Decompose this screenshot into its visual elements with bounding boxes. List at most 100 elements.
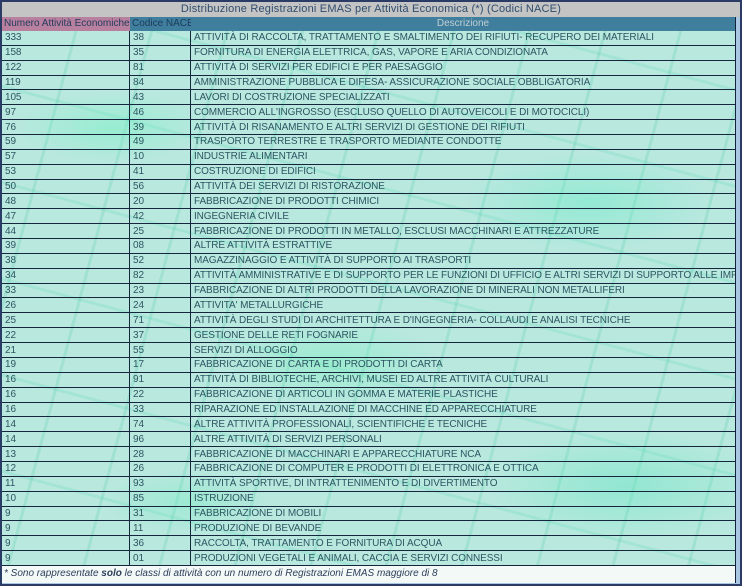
description-cell: ALTRE ATTIVITÀ PROFESSIONALI, SCIENTIFIC… [191,417,735,431]
row-count-cell: 10 [2,492,130,506]
nace-code-cell: 33 [130,403,191,417]
table-row: 7639ATTIVITÀ DI RISANAMENTO E ALTRI SERV… [2,120,735,135]
description-cell: MAGAZZINAGGIO E ATTIVITÀ DI SUPPORTO AI … [191,254,735,268]
row-count-cell: 48 [2,194,130,208]
table-row: 4425FABBRICAZIONE DI PRODOTTI IN METALLO… [2,224,735,239]
row-count-cell: 13 [2,447,130,461]
description-cell: SERVIZI DI ALLOGGIO [191,343,735,357]
table-row: 5710INDUSTRIE ALIMENTARI [2,150,735,165]
table-row: 5056ATTIVITÀ DEI SERVIZI DI RISTORAZIONE [2,180,735,195]
description-cell: FABBRICAZIONE DI CARTA E DI PRODOTTI DI … [191,358,735,372]
row-count-cell: 158 [2,46,130,60]
description-cell: ATTIVITÀ DEGLI STUDI DI ARCHITETTURA E D… [191,313,735,327]
table-row: 2155SERVIZI DI ALLOGGIO [2,343,735,358]
nace-code-cell: 25 [130,224,191,238]
description-cell: FABBRICAZIONE DI PRODOTTI IN METALLO, ES… [191,224,735,238]
table-row: 5341COSTRUZIONE DI EDIFICI [2,165,735,180]
nace-code-cell: 36 [130,536,191,550]
footnote-prefix: * Sono rappresentate [4,568,101,579]
nace-code-cell: 49 [130,135,191,149]
row-count-cell: 14 [2,432,130,446]
table-row: 3323FABBRICAZIONE DI ALTRI PRODOTTI DELL… [2,284,735,299]
description-cell: ATTIVITÀ DI RISANAMENTO E ALTRI SERVIZI … [191,120,735,134]
nace-code-cell: 41 [130,165,191,179]
nace-code-cell: 26 [130,462,191,476]
row-count-cell: 12 [2,462,130,476]
nace-code-cell: 96 [130,432,191,446]
description-cell: ALTRE ATTIVITÀ DI SERVIZI PERSONALI [191,432,735,446]
row-count-cell: 9 [2,507,130,521]
row-count-cell: 97 [2,105,130,119]
nace-code-cell: 20 [130,194,191,208]
nace-code-cell: 84 [130,76,191,90]
row-count-cell: 16 [2,403,130,417]
row-count-cell: 9 [2,551,130,565]
nace-code-cell: 71 [130,313,191,327]
footnote-emphasis: solo [101,568,122,579]
nace-code-cell: 28 [130,447,191,461]
table-row: 1085ISTRUZIONE [2,492,735,507]
table-row: 1226FABBRICAZIONE DI COMPUTER E PRODOTTI… [2,462,735,477]
table-row: 1328FABBRICAZIONE DI MACCHINARI E APPARE… [2,447,735,462]
nace-code-cell: 08 [130,239,191,253]
table-row: 5949TRASPORTO TERRESTRE E TRASPORTO MEDI… [2,135,735,150]
description-cell: TRASPORTO TERRESTRE E TRASPORTO MEDIANTE… [191,135,735,149]
description-cell: ATTIVITÀ DI BIBLIOTECHE, ARCHIVI, MUSEI … [191,373,735,387]
nace-code-cell: 38 [130,31,191,45]
description-cell: PRODUZIONI VEGETALI E ANIMALI, CACCIA E … [191,551,735,565]
table-row: 12281ATTIVITÀ DI SERVIZI PER EDIFICI E P… [2,61,735,76]
column-header-numero-attivita: Numero Attività Economiche [2,17,130,31]
nace-code-cell: 42 [130,209,191,223]
nace-code-cell: 11 [130,521,191,535]
row-count-cell: 122 [2,61,130,75]
table-row: 1496ALTRE ATTIVITÀ DI SERVIZI PERSONALI [2,432,735,447]
nace-code-cell: 24 [130,298,191,312]
row-count-cell: 19 [2,358,130,372]
table-row: 2624ATTIVITA' METALLURGICHE [2,298,735,313]
description-cell: FABBRICAZIONE DI MACCHINARI E APPARECCHI… [191,447,735,461]
row-count-cell: 9 [2,521,130,535]
description-cell: FABBRICAZIONE DI ARTICOLI IN GOMMA E MAT… [191,388,735,402]
row-count-cell: 53 [2,165,130,179]
row-count-cell: 39 [2,239,130,253]
description-cell: INGEGNERIA CIVILE [191,209,735,223]
emas-distribution-window: Distribuzione Registrazioni EMAS per Att… [0,0,742,586]
nace-code-cell: 01 [130,551,191,565]
table-row: 901PRODUZIONI VEGETALI E ANIMALI, CACCIA… [2,551,735,566]
row-count-cell: 119 [2,76,130,90]
column-header-descrizione: Descrizione [191,17,735,31]
table-row: 4742INGEGNERIA CIVILE [2,209,735,224]
description-cell: LAVORI DI COSTRUZIONE SPECIALIZZATI [191,90,735,104]
row-count-cell: 50 [2,180,130,194]
column-header-codice-nace: Codice NACE [130,17,191,31]
table-row: 1622FABBRICAZIONE DI ARTICOLI IN GOMMA E… [2,388,735,403]
table-row: 1633RIPARAZIONE ED INSTALLAZIONE DI MACC… [2,403,735,418]
row-count-cell: 16 [2,388,130,402]
table-row: 15835FORNITURA DI ENERGIA ELETTRICA, GAS… [2,46,735,61]
description-cell: FABBRICAZIONE DI ALTRI PRODOTTI DELLA LA… [191,284,735,298]
nace-code-cell: 17 [130,358,191,372]
nace-code-cell: 37 [130,328,191,342]
table-row: 4820FABBRICAZIONE DI PRODOTTI CHIMICI [2,194,735,209]
description-cell: ALTRE ATTIVITÀ ESTRATTIVE [191,239,735,253]
row-count-cell: 57 [2,150,130,164]
table-row: 3852MAGAZZINAGGIO E ATTIVITÀ DI SUPPORTO… [2,254,735,269]
table-row: 2571ATTIVITÀ DEGLI STUDI DI ARCHITETTURA… [2,313,735,328]
description-cell: ATTIVITA' METALLURGICHE [191,298,735,312]
description-cell: ATTIVITÀ AMMINISTRATIVE E DI SUPPORTO PE… [191,269,735,283]
table-body: 33338ATTIVITÀ DI RACCOLTA, TRATTAMENTO E… [2,31,735,566]
description-cell: ATTIVITÀ DEI SERVIZI DI RISTORAZIONE [191,180,735,194]
footnote-suffix: le classi di attività con un numero di R… [122,568,438,579]
nace-code-cell: 85 [130,492,191,506]
nace-code-cell: 74 [130,417,191,431]
table-row: 3908ALTRE ATTIVITÀ ESTRATTIVE [2,239,735,254]
description-cell: ATTIVITÀ DI RACCOLTA, TRATTAMENTO E SMAL… [191,31,735,45]
description-cell: PRODUZIONE DI BEVANDE [191,521,735,535]
description-cell: FABBRICAZIONE DI PRODOTTI CHIMICI [191,194,735,208]
nace-code-cell: 82 [130,269,191,283]
footnote: * Sono rappresentate solo le classi di a… [2,566,735,583]
table-row: 1917FABBRICAZIONE DI CARTA E DI PRODOTTI… [2,358,735,373]
row-count-cell: 76 [2,120,130,134]
description-cell: FABBRICAZIONE DI MOBILI [191,507,735,521]
nace-code-cell: 56 [130,180,191,194]
